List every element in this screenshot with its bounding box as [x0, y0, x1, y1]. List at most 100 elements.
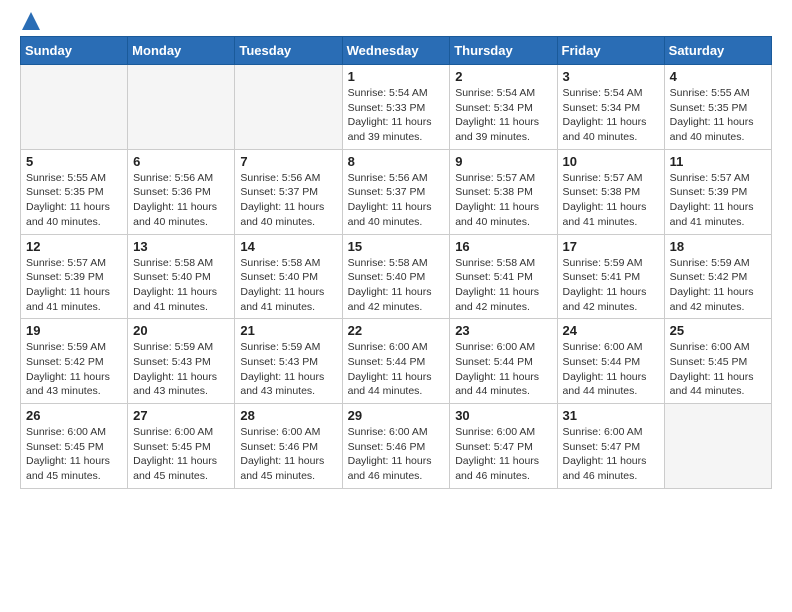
day-number: 25: [670, 323, 766, 338]
day-number: 23: [455, 323, 551, 338]
day-number: 28: [240, 408, 336, 423]
calendar-day-cell: 22Sunrise: 6:00 AM Sunset: 5:44 PM Dayli…: [342, 319, 450, 404]
day-info: Sunrise: 6:00 AM Sunset: 5:47 PM Dayligh…: [563, 425, 659, 484]
day-number: 26: [26, 408, 122, 423]
calendar-day-cell: 21 Sunrise: 5:59 AM Sunset: 5:43 PM Dayli…: [235, 319, 342, 404]
calendar-day-cell: [235, 65, 342, 150]
day-info: Sunrise: 6:00 AM Sunset: 5:45 PM Dayligh…: [26, 425, 122, 484]
day-number: 19: [26, 323, 122, 338]
logo-icon: [22, 12, 40, 30]
calendar-day-cell: 27 Sunrise: 6:00 AM Sunset: 5:45 PM Dayli…: [128, 404, 235, 489]
day-info: Sunrise: 5:57 AM Sunset: 5:38 PM Dayligh…: [455, 171, 551, 230]
weekday-header-cell: Thursday: [450, 37, 557, 65]
calendar-day-cell: 10Sunrise: 5:57 AM Sunset: 5:38 PM Dayli…: [557, 149, 664, 234]
calendar-day-cell: 1 Sunrise: 5:54 AM Sunset: 5:33 PM Daylig…: [342, 65, 450, 150]
day-number: 27: [133, 408, 229, 423]
weekday-header-cell: Friday: [557, 37, 664, 65]
day-info: Sunrise: 6:00 AM Sunset: 5:44 PM Dayligh…: [563, 340, 659, 399]
day-info: Sunrise: 5:58 AM Sunset: 5:40 PM Dayligh…: [133, 256, 229, 315]
weekday-header-cell: Tuesday: [235, 37, 342, 65]
day-number: 15: [348, 239, 445, 254]
calendar-day-cell: 19 Sunrise: 5:59 AM Sunset: 5:42 PM Dayli…: [21, 319, 128, 404]
calendar-day-cell: 20 Sunrise: 5:59 AM Sunset: 5:43 PM Dayli…: [128, 319, 235, 404]
day-number: 8: [348, 154, 445, 169]
calendar-day-cell: 18Sunrise: 5:59 AM Sunset: 5:42 PM Dayli…: [664, 234, 771, 319]
day-number: 21: [240, 323, 336, 338]
day-number: 17: [563, 239, 659, 254]
calendar-day-cell: 4 Sunrise: 5:55 AM Sunset: 5:35 PM Daylig…: [664, 65, 771, 150]
day-info: Sunrise: 5:59 AM Sunset: 5:42 PM Dayligh…: [670, 256, 766, 315]
day-info: Sunrise: 5:56 AM Sunset: 5:37 PM Dayligh…: [348, 171, 445, 230]
day-number: 9: [455, 154, 551, 169]
calendar-day-cell: 9 Sunrise: 5:57 AM Sunset: 5:38 PM Daylig…: [450, 149, 557, 234]
day-info: Sunrise: 6:00 AM Sunset: 5:44 PM Dayligh…: [348, 340, 445, 399]
calendar-day-cell: 7 Sunrise: 5:56 AM Sunset: 5:37 PM Daylig…: [235, 149, 342, 234]
day-number: 12: [26, 239, 122, 254]
day-info: Sunrise: 6:00 AM Sunset: 5:46 PM Dayligh…: [240, 425, 336, 484]
weekday-header-cell: Saturday: [664, 37, 771, 65]
day-number: 16: [455, 239, 551, 254]
day-info: Sunrise: 5:58 AM Sunset: 5:40 PM Dayligh…: [348, 256, 445, 315]
day-number: 13: [133, 239, 229, 254]
day-info: Sunrise: 5:56 AM Sunset: 5:36 PM Dayligh…: [133, 171, 229, 230]
calendar-day-cell: [128, 65, 235, 150]
day-number: 30: [455, 408, 551, 423]
calendar-day-cell: 17 Sunrise: 5:59 AM Sunset: 5:41 PM Dayli…: [557, 234, 664, 319]
day-info: Sunrise: 5:55 AM Sunset: 5:35 PM Dayligh…: [670, 86, 766, 145]
day-number: 1: [348, 69, 445, 84]
calendar-week-row: 19 Sunrise: 5:59 AM Sunset: 5:42 PM Dayli…: [21, 319, 772, 404]
calendar-day-cell: 2 Sunrise: 5:54 AM Sunset: 5:34 PM Daylig…: [450, 65, 557, 150]
day-info: Sunrise: 5:55 AM Sunset: 5:35 PM Dayligh…: [26, 171, 122, 230]
calendar-day-cell: 31Sunrise: 6:00 AM Sunset: 5:47 PM Dayli…: [557, 404, 664, 489]
day-info: Sunrise: 6:00 AM Sunset: 5:45 PM Dayligh…: [133, 425, 229, 484]
day-info: Sunrise: 5:54 AM Sunset: 5:34 PM Dayligh…: [455, 86, 551, 145]
day-info: Sunrise: 5:57 AM Sunset: 5:38 PM Dayligh…: [563, 171, 659, 230]
calendar-day-cell: 29 Sunrise: 6:00 AM Sunset: 5:46 PM Dayli…: [342, 404, 450, 489]
day-info: Sunrise: 5:59 AM Sunset: 5:43 PM Dayligh…: [240, 340, 336, 399]
calendar-day-cell: 5Sunrise: 5:55 AM Sunset: 5:35 PM Daylig…: [21, 149, 128, 234]
calendar-day-cell: 13 Sunrise: 5:58 AM Sunset: 5:40 PM Dayli…: [128, 234, 235, 319]
calendar-day-cell: 16 Sunrise: 5:58 AM Sunset: 5:41 PM Dayli…: [450, 234, 557, 319]
day-info: Sunrise: 5:59 AM Sunset: 5:41 PM Dayligh…: [563, 256, 659, 315]
day-number: 7: [240, 154, 336, 169]
day-number: 4: [670, 69, 766, 84]
day-info: Sunrise: 5:58 AM Sunset: 5:41 PM Dayligh…: [455, 256, 551, 315]
day-info: Sunrise: 5:57 AM Sunset: 5:39 PM Dayligh…: [670, 171, 766, 230]
calendar-body: 1 Sunrise: 5:54 AM Sunset: 5:33 PM Daylig…: [21, 65, 772, 489]
day-info: Sunrise: 6:00 AM Sunset: 5:44 PM Dayligh…: [455, 340, 551, 399]
day-number: 14: [240, 239, 336, 254]
day-number: 6: [133, 154, 229, 169]
calendar-day-cell: 12 Sunrise: 5:57 AM Sunset: 5:39 PM Dayli…: [21, 234, 128, 319]
weekday-header-cell: Sunday: [21, 37, 128, 65]
day-info: Sunrise: 5:54 AM Sunset: 5:33 PM Dayligh…: [348, 86, 445, 145]
calendar-week-row: 1 Sunrise: 5:54 AM Sunset: 5:33 PM Daylig…: [21, 65, 772, 150]
calendar-week-row: 12 Sunrise: 5:57 AM Sunset: 5:39 PM Dayli…: [21, 234, 772, 319]
calendar-day-cell: 3Sunrise: 5:54 AM Sunset: 5:34 PM Daylig…: [557, 65, 664, 150]
day-info: Sunrise: 6:00 AM Sunset: 5:47 PM Dayligh…: [455, 425, 551, 484]
day-number: 11: [670, 154, 766, 169]
calendar-day-cell: 14 Sunrise: 5:58 AM Sunset: 5:40 PM Dayli…: [235, 234, 342, 319]
day-info: Sunrise: 6:00 AM Sunset: 5:45 PM Dayligh…: [670, 340, 766, 399]
calendar-day-cell: 30 Sunrise: 6:00 AM Sunset: 5:47 PM Dayli…: [450, 404, 557, 489]
calendar-day-cell: 11 Sunrise: 5:57 AM Sunset: 5:39 PM Dayli…: [664, 149, 771, 234]
day-info: Sunrise: 5:59 AM Sunset: 5:43 PM Dayligh…: [133, 340, 229, 399]
weekday-header-cell: Monday: [128, 37, 235, 65]
logo: [20, 20, 40, 26]
day-info: Sunrise: 5:56 AM Sunset: 5:37 PM Dayligh…: [240, 171, 336, 230]
day-number: 3: [563, 69, 659, 84]
day-number: 24: [563, 323, 659, 338]
calendar-day-cell: 23 Sunrise: 6:00 AM Sunset: 5:44 PM Dayli…: [450, 319, 557, 404]
day-info: Sunrise: 6:00 AM Sunset: 5:46 PM Dayligh…: [348, 425, 445, 484]
day-number: 2: [455, 69, 551, 84]
calendar-day-cell: 28 Sunrise: 6:00 AM Sunset: 5:46 PM Dayli…: [235, 404, 342, 489]
day-info: Sunrise: 5:58 AM Sunset: 5:40 PM Dayligh…: [240, 256, 336, 315]
calendar-week-row: 5Sunrise: 5:55 AM Sunset: 5:35 PM Daylig…: [21, 149, 772, 234]
page-header: [20, 20, 772, 26]
day-info: Sunrise: 5:57 AM Sunset: 5:39 PM Dayligh…: [26, 256, 122, 315]
day-number: 29: [348, 408, 445, 423]
calendar-day-cell: 24 Sunrise: 6:00 AM Sunset: 5:44 PM Dayli…: [557, 319, 664, 404]
calendar-day-cell: [21, 65, 128, 150]
weekday-header-cell: Wednesday: [342, 37, 450, 65]
day-number: 20: [133, 323, 229, 338]
day-info: Sunrise: 5:59 AM Sunset: 5:42 PM Dayligh…: [26, 340, 122, 399]
